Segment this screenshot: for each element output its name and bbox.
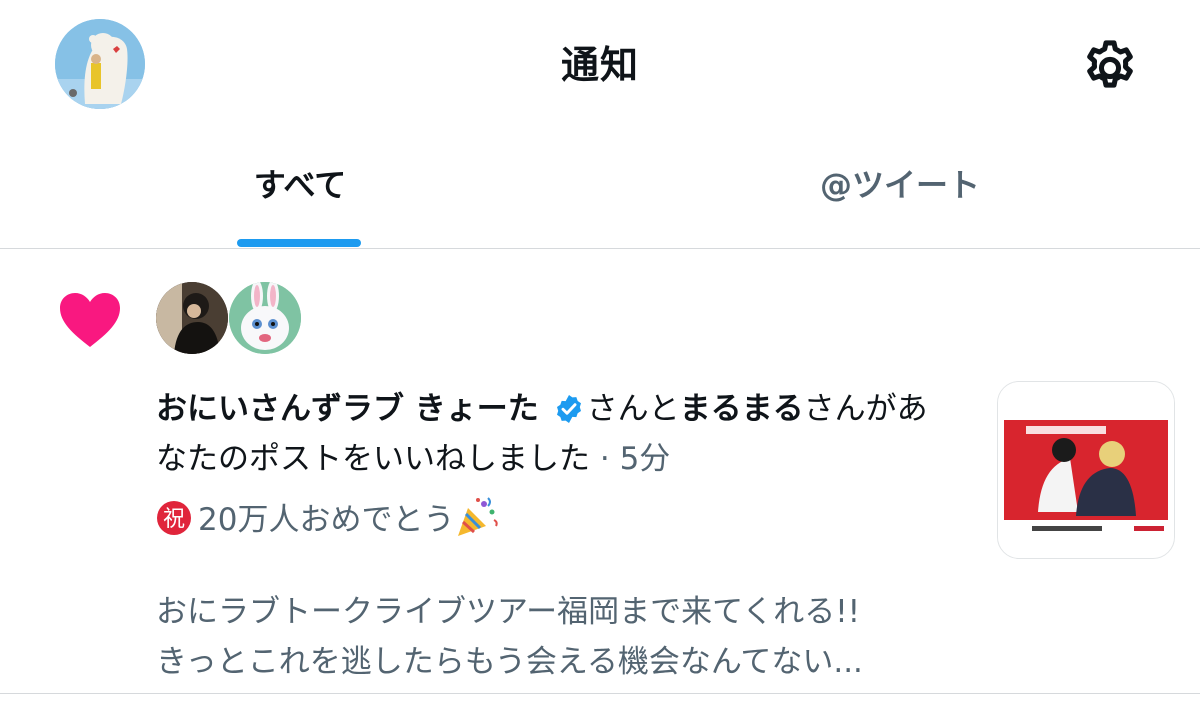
heart-icon (60, 293, 120, 347)
post-line-1: 祝 20万人おめでとう (156, 494, 966, 545)
post-thumbnail-image (998, 382, 1174, 558)
avatar-rabbit (229, 282, 301, 354)
gear-icon (1087, 40, 1133, 88)
active-tab-indicator (237, 239, 361, 247)
top-bar: 通知 (0, 0, 1200, 130)
tab-mentions[interactable]: @ツイート (600, 130, 1200, 248)
svg-text:祝: 祝 (163, 507, 185, 532)
party-popper-emoji-icon (458, 497, 499, 536)
post-line-3: おにラブトークライブツアー福岡まで来てくれる!! (156, 594, 861, 630)
tab-bar: すべて @ツイート (0, 130, 1200, 249)
post-thumbnail[interactable] (997, 381, 1175, 559)
liker-avatar-2[interactable] (229, 282, 301, 354)
page-title: 通知 (560, 43, 639, 87)
settings-button[interactable] (1078, 36, 1142, 100)
time-separator: · (590, 441, 620, 477)
liker-name-1[interactable]: おにいさんずラブ きょーた (156, 391, 539, 427)
notification-text: おにいさんずラブ きょーた さんとまるまるさんがあなたのポストをいいねしました … (156, 384, 946, 484)
liker-avatar-1[interactable] (156, 282, 228, 354)
avatar-photo (156, 282, 228, 354)
post-line-1-text: 20万人おめでとう (198, 502, 455, 538)
liked-post-snippet: 祝 20万人おめでとう おにラブトークライブツアー福岡まで来てくれる!! きっと… (156, 494, 966, 687)
verified-badge-icon (556, 395, 581, 423)
tab-mentions-label: @ツイート (819, 166, 980, 204)
congratulations-emoji-icon: 祝 (157, 501, 191, 535)
post-blank-line (156, 545, 966, 587)
post-line-4: きっとこれを逃したらもう会える機会なんてない... (156, 644, 863, 680)
tab-all-label: すべて (253, 166, 347, 204)
connector-text: さんと (586, 391, 680, 427)
notification-item[interactable]: おにいさんずラブ きょーた さんとまるまるさんがあなたのポストをいいねしました … (0, 249, 1200, 694)
timestamp: 5分 (619, 441, 671, 477)
tab-all[interactable]: すべて (0, 130, 600, 248)
liker-name-2[interactable]: まるまる (680, 391, 804, 427)
